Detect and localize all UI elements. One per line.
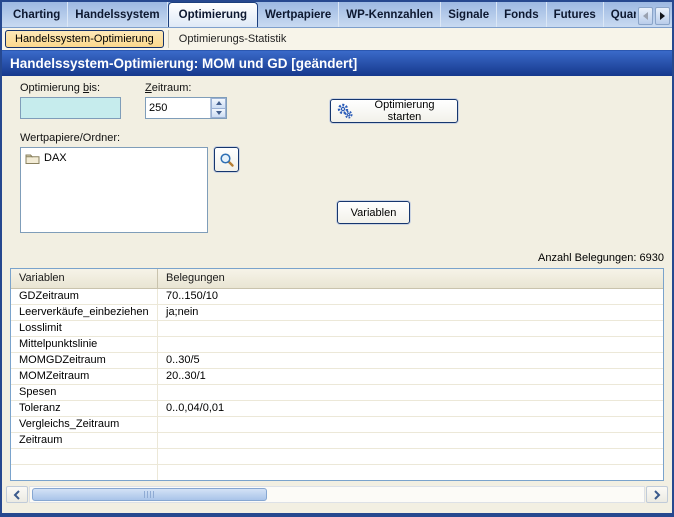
cell-variable: Zeitraum <box>11 433 158 448</box>
cell-belegung <box>158 465 663 480</box>
tab-charting[interactable]: Charting <box>6 2 68 27</box>
spin-up-icon <box>216 101 222 105</box>
cell-belegung: 0..30/5 <box>158 353 663 368</box>
cell-belegung: 70..150/10 <box>158 289 663 304</box>
optimierung-starten-label: Optimierung starten <box>358 99 451 123</box>
zeitraum-spinner <box>145 97 227 119</box>
list-item-dax[interactable]: DAX <box>21 150 207 166</box>
variables-table: Variablen Belegungen GDZeitraum70..150/1… <box>10 268 664 481</box>
cell-belegung <box>158 449 663 464</box>
cell-variable: Mittelpunktslinie <box>11 337 158 352</box>
cell-belegung <box>158 433 663 448</box>
variablen-button[interactable]: Variablen <box>337 201 410 224</box>
anzahl-belegungen-value: 6930 <box>640 252 664 264</box>
tab-handelssystem[interactable]: Handelssystem <box>68 2 167 27</box>
anzahl-belegungen: Anzahl Belegungen: 6930 <box>538 252 664 264</box>
cell-variable: Vergleichs_Zeitraum <box>11 417 158 432</box>
cell-belegung: ja;nein <box>158 305 663 320</box>
tab-quantitati[interactable]: Quantitati <box>604 2 636 27</box>
subtab-handelssystem-optimierung[interactable]: Handelssystem-Optimierung <box>5 30 164 48</box>
cell-variable: Losslimit <box>11 321 158 336</box>
cell-variable <box>11 449 158 464</box>
magnifier-icon <box>219 152 235 168</box>
table-header: Variablen Belegungen <box>11 269 663 289</box>
tab-scroll-right-button[interactable] <box>655 7 670 25</box>
scroll-left-button[interactable] <box>6 486 28 503</box>
cell-belegung <box>158 321 663 336</box>
horizontal-scrollbar[interactable] <box>6 486 668 503</box>
tab-futures[interactable]: Futures <box>547 2 604 27</box>
scrollbar-thumb[interactable] <box>32 488 267 501</box>
table-row-toleranz[interactable]: Toleranz0..0,04/0,01 <box>11 401 663 417</box>
spin-down-icon <box>216 111 222 115</box>
cell-variable: MOMZeitraum <box>11 369 158 384</box>
main-tabs-strip: ChartingHandelssystemOptimierungWertpapi… <box>6 2 636 27</box>
spinner-buttons <box>210 98 226 118</box>
table-row-vergleichs-zeitraum[interactable]: Vergleichs_Zeitraum <box>11 417 663 433</box>
page-title: Handelssystem-Optimierung: MOM und GD [g… <box>2 50 672 76</box>
cell-variable: Toleranz <box>11 401 158 416</box>
chevron-left-icon <box>13 490 21 500</box>
column-header-belegungen[interactable]: Belegungen <box>158 269 663 288</box>
tab-wp-kennzahlen[interactable]: WP-Kennzahlen <box>339 2 441 27</box>
cell-belegung <box>158 385 663 400</box>
cell-variable: Leerverkäufe_einbeziehen <box>11 305 158 320</box>
scrollbar-track[interactable] <box>29 486 645 503</box>
optimierung-bis-input[interactable] <box>20 97 121 119</box>
app-window: ChartingHandelssystemOptimierungWertpapi… <box>0 0 674 517</box>
tab-signale[interactable]: Signale <box>441 2 497 27</box>
cell-belegung: 0..0,04/0,01 <box>158 401 663 416</box>
table-empty-row <box>11 465 663 481</box>
table-row-losslimit[interactable]: Losslimit <box>11 321 663 337</box>
table-row-gdzeitraum[interactable]: GDZeitraum70..150/10 <box>11 289 663 305</box>
main-tab-bar: ChartingHandelssystemOptimierungWertpapi… <box>2 0 672 28</box>
cell-variable: Spesen <box>11 385 158 400</box>
tab-scroll-left-button[interactable] <box>638 7 653 25</box>
table-row-mittelpunktslinie[interactable]: Mittelpunktslinie <box>11 337 663 353</box>
optimierung-starten-button[interactable]: Optimierung starten <box>330 99 458 123</box>
optimierung-bis-label: Optimierung bis: <box>20 82 100 94</box>
column-header-variablen[interactable]: Variablen <box>11 269 158 288</box>
cell-belegung <box>158 417 663 432</box>
content-area: Optimierung bis: Zeitraum: <box>2 76 672 513</box>
sub-tab-bar: Handelssystem-OptimierungOptimierungs-St… <box>2 28 672 50</box>
zeitraum-label: Zeitraum: <box>145 82 191 94</box>
table-row-spesen[interactable]: Spesen <box>11 385 663 401</box>
chevron-right-icon <box>653 490 661 500</box>
tab-wertpapiere[interactable]: Wertpapiere <box>258 2 339 27</box>
table-row-momgdzeitraum[interactable]: MOMGDZeitraum0..30/5 <box>11 353 663 369</box>
gears-icon <box>337 103 353 119</box>
cell-variable: MOMGDZeitraum <box>11 353 158 368</box>
tab-scroll-controls <box>638 7 670 25</box>
table-row-leerverk-ufe-einbeziehen[interactable]: Leerverkäufe_einbeziehenja;nein <box>11 305 663 321</box>
zeitraum-input[interactable] <box>146 98 210 118</box>
wertpapiere-label: Wertpapiere/Ordner: <box>20 132 120 144</box>
wertpapiere-listbox[interactable]: DAX <box>20 147 208 233</box>
table-body: GDZeitraum70..150/10Leerverkäufe_einbezi… <box>11 289 663 481</box>
table-row-zeitraum[interactable]: Zeitraum <box>11 433 663 449</box>
table-row-momzeitraum[interactable]: MOMZeitraum20..30/1 <box>11 369 663 385</box>
subtab-optimierungs-statistik[interactable]: Optimierungs-Statistik <box>168 30 297 48</box>
search-button[interactable] <box>214 147 239 172</box>
cell-belegung: 20..30/1 <box>158 369 663 384</box>
spin-up-button[interactable] <box>211 98 226 108</box>
scrollbar-grip-icon <box>144 491 156 498</box>
arrow-right-icon <box>660 12 665 20</box>
folder-icon <box>25 152 40 165</box>
variablen-button-label: Variablen <box>351 207 397 219</box>
spin-down-button[interactable] <box>211 108 226 119</box>
tab-optimierung[interactable]: Optimierung <box>168 2 258 27</box>
anzahl-belegungen-label: Anzahl Belegungen: <box>538 252 636 264</box>
tab-fonds[interactable]: Fonds <box>497 2 547 27</box>
cell-variable <box>11 465 158 480</box>
arrow-left-icon <box>643 12 648 20</box>
list-item-label: DAX <box>44 152 67 164</box>
scroll-right-button[interactable] <box>646 486 668 503</box>
cell-variable: GDZeitraum <box>11 289 158 304</box>
table-empty-row <box>11 449 663 465</box>
cell-belegung <box>158 337 663 352</box>
